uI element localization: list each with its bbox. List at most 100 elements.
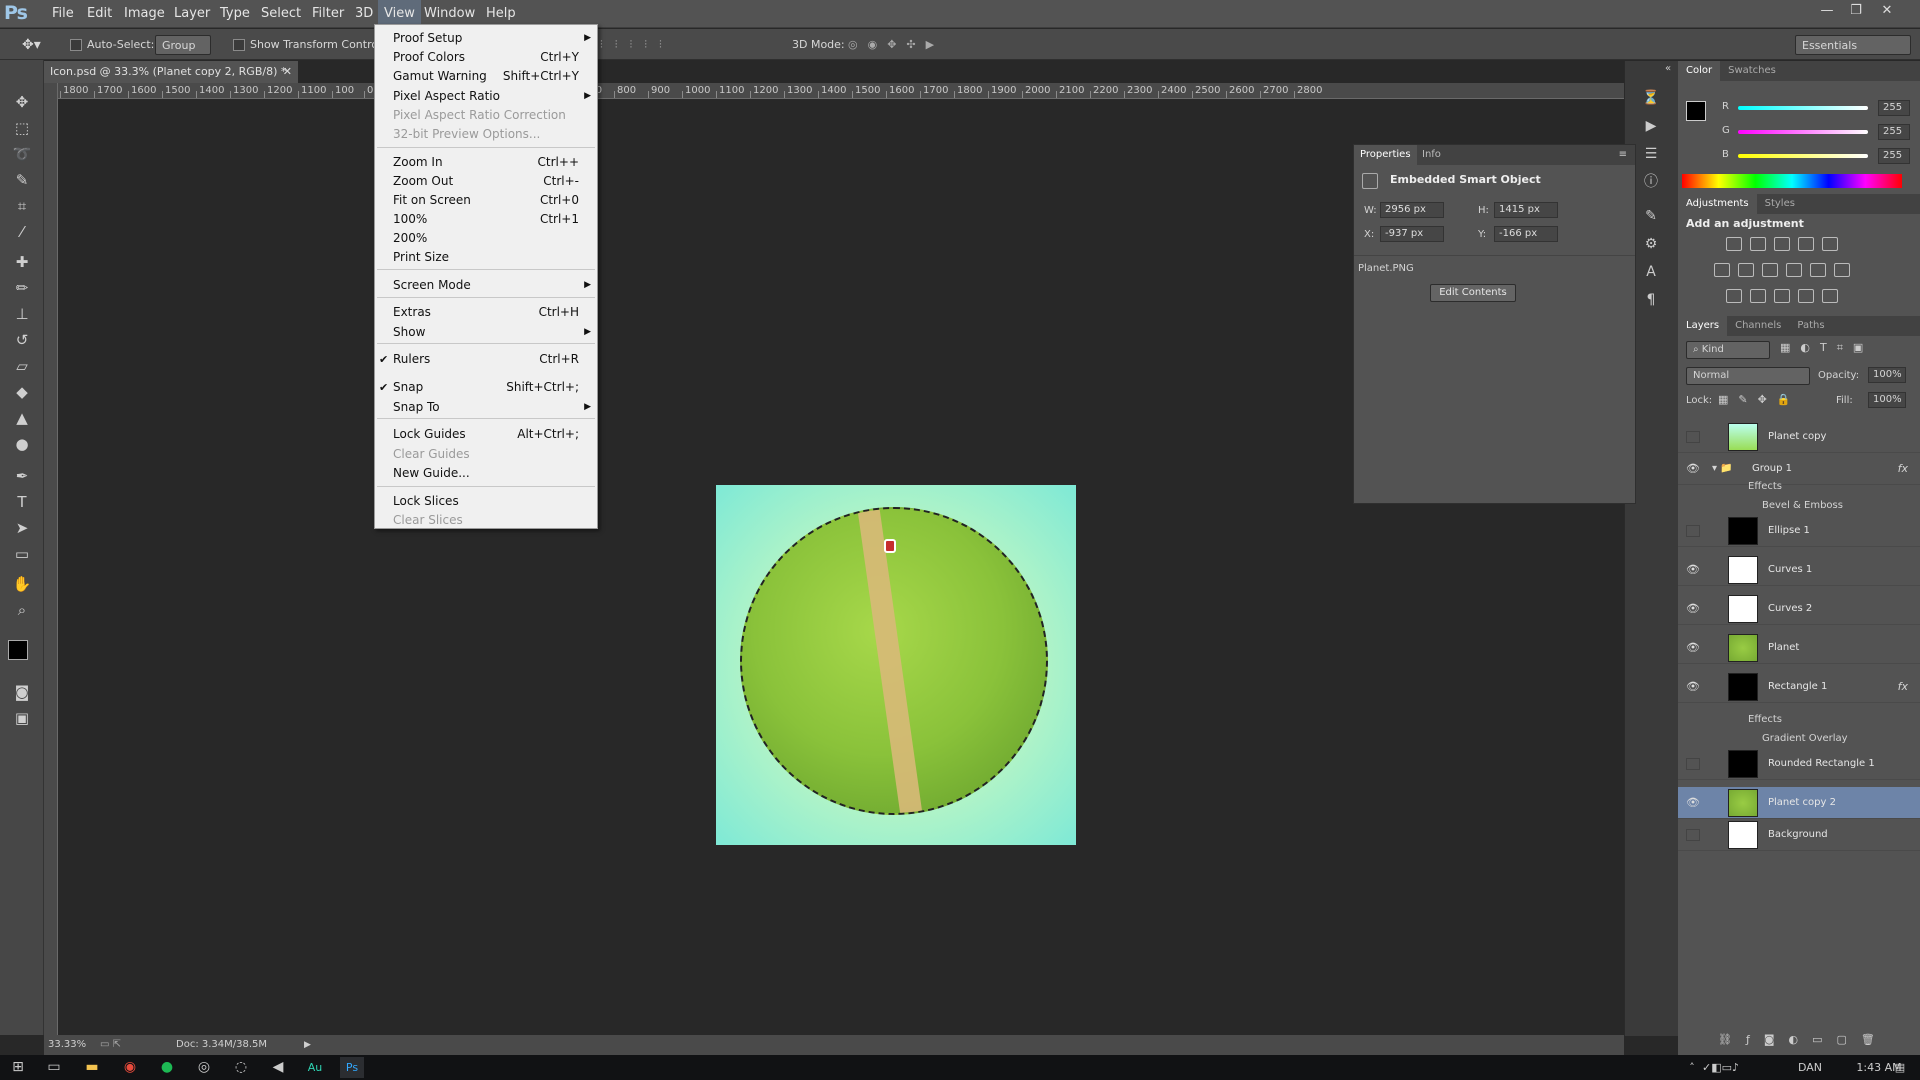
blue-slider[interactable] — [1738, 154, 1868, 158]
brush-tool-icon[interactable]: ✏ — [8, 276, 36, 300]
visibility-eye-icon[interactable]: 👁 — [1686, 681, 1700, 693]
lasso-tool-icon[interactable]: ➰ — [8, 142, 36, 166]
character-icon[interactable]: A — [1639, 261, 1663, 283]
paint-bucket-tool-icon[interactable]: ◆ — [8, 380, 36, 404]
pen-tool-icon[interactable]: ✒ — [8, 464, 36, 488]
move-tool-icon[interactable]: ✥▾ — [22, 35, 41, 55]
3d-mode-icons[interactable]: ◎◉✥✣▶ — [848, 35, 944, 55]
visibility-eye-icon[interactable] — [1686, 758, 1700, 770]
curves-icon[interactable] — [1774, 237, 1790, 251]
view-menu-item[interactable]: 100% Ctrl+1 — [375, 210, 597, 229]
hue-saturation-icon[interactable] — [1714, 263, 1730, 277]
path-select-tool-icon[interactable]: ➤ — [8, 516, 36, 540]
stamp-tool-icon[interactable]: ⊥ — [8, 302, 36, 326]
auto-select-checkbox[interactable] — [70, 39, 82, 51]
tray-icons[interactable]: ✓◧▭♪ — [1702, 1057, 1739, 1078]
photo-filter-icon[interactable] — [1786, 263, 1802, 277]
view-menu-item[interactable]: Zoom Out Ctrl+- — [375, 172, 597, 191]
green-value[interactable]: 255 — [1878, 124, 1910, 140]
audition-icon[interactable]: Au — [303, 1057, 327, 1078]
color-foreground-swatch[interactable] — [1686, 101, 1706, 121]
view-menu-item[interactable]: Gamut Warning Shift+Ctrl+Y — [375, 67, 597, 86]
layer-row[interactable]: Rounded Rectangle 1 — [1678, 748, 1920, 780]
visibility-eye-icon[interactable]: 👁 — [1686, 463, 1700, 475]
menu-layer[interactable]: Layer — [168, 0, 216, 28]
visibility-eye-icon[interactable]: 👁 — [1686, 642, 1700, 654]
blend-mode-dropdown[interactable]: Normal — [1686, 367, 1810, 385]
tab-color[interactable]: Color — [1678, 61, 1721, 81]
layer-effect-row[interactable]: Gradient Overlay — [1678, 729, 1920, 748]
tab-channels[interactable]: Channels — [1727, 316, 1789, 336]
blur-tool-icon[interactable]: ▲ — [8, 406, 36, 430]
layer-effect-row[interactable]: Effects — [1678, 477, 1920, 496]
zoom-level[interactable]: 33.33% — [48, 1035, 86, 1055]
view-menu-item[interactable]: New Guide... — [375, 464, 597, 483]
black-white-icon[interactable] — [1762, 263, 1778, 277]
view-menu-item[interactable]: Lock Slices — [375, 492, 597, 511]
quick-select-tool-icon[interactable]: ✎ — [8, 168, 36, 192]
channel-mixer-icon[interactable] — [1810, 263, 1826, 277]
document-canvas[interactable] — [716, 485, 1076, 845]
view-menu-item[interactable]: Lock Guides Alt+Ctrl+; — [375, 425, 597, 444]
shape-tool-icon[interactable]: ▭ — [8, 542, 36, 566]
fill-value[interactable]: 100% — [1868, 392, 1906, 408]
eraser-tool-icon[interactable]: ▱ — [8, 354, 36, 378]
menu-image[interactable]: Image — [118, 0, 171, 28]
layer-row[interactable]: 👁 Planet — [1678, 632, 1920, 664]
visibility-eye-icon[interactable]: 👁 — [1686, 603, 1700, 615]
layer-filter-icons[interactable]: ▦◐T⌗▣ — [1780, 341, 1873, 355]
visibility-eye-icon[interactable] — [1686, 431, 1700, 443]
steam-icon[interactable]: ◌ — [229, 1057, 253, 1078]
layer-row[interactable]: Planet copy — [1678, 421, 1920, 453]
levels-icon[interactable] — [1750, 237, 1766, 251]
spotify-icon[interactable]: ● — [155, 1057, 179, 1078]
view-menu-item[interactable]: ✔ Snap Shift+Ctrl+; — [375, 378, 597, 397]
y-field[interactable]: -166 px — [1494, 226, 1558, 242]
media-player-icon[interactable]: ◀ — [266, 1057, 290, 1078]
transform-controls-checkbox[interactable] — [233, 39, 245, 51]
visibility-eye-icon[interactable] — [1686, 829, 1700, 841]
task-view-icon[interactable]: ▭ — [42, 1057, 66, 1078]
visibility-eye-icon[interactable]: 👁 — [1686, 564, 1700, 576]
file-explorer-icon[interactable]: ▬ — [80, 1057, 104, 1078]
posterize-icon[interactable] — [1750, 289, 1766, 303]
close-icon[interactable]: ✕ — [1876, 3, 1898, 23]
tab-info[interactable]: Info — [1422, 145, 1441, 165]
lock-icons[interactable]: ▦✎✥🔒 — [1718, 393, 1801, 406]
view-menu-item[interactable]: Proof Colors Ctrl+Y — [375, 48, 597, 67]
view-menu-item[interactable]: Pixel Aspect Ratio ▶ — [375, 87, 597, 106]
vibrance-icon[interactable] — [1822, 237, 1838, 251]
exposure-icon[interactable] — [1798, 237, 1814, 251]
layer-effect-row[interactable]: Effects — [1678, 710, 1920, 729]
tab-layers[interactable]: Layers — [1678, 316, 1728, 336]
brush-presets-icon[interactable]: ✎ — [1639, 205, 1663, 227]
view-menu-item[interactable]: Show ▶ — [375, 323, 597, 342]
notifications-icon[interactable]: ▤ — [1888, 1057, 1912, 1078]
fx-badge[interactable]: fx — [1898, 671, 1908, 703]
minimize-icon[interactable]: — — [1816, 3, 1838, 23]
tab-adjustments[interactable]: Adjustments — [1678, 194, 1757, 214]
dodge-tool-icon[interactable]: ● — [8, 432, 36, 456]
restore-icon[interactable]: ❐ — [1845, 3, 1867, 23]
width-field[interactable]: 2956 px — [1380, 202, 1444, 218]
status-icons[interactable]: ▭ ⇱ — [100, 1035, 121, 1055]
actions-icon[interactable]: ▶ — [1639, 115, 1663, 137]
threshold-icon[interactable] — [1774, 289, 1790, 303]
visibility-eye-icon[interactable]: 👁 — [1686, 797, 1700, 809]
tool-presets-icon[interactable]: ⚙ — [1639, 233, 1663, 255]
history-brush-tool-icon[interactable]: ↺ — [8, 328, 36, 352]
selective-color-icon[interactable] — [1822, 289, 1838, 303]
menu-file[interactable]: File — [46, 0, 80, 28]
layer-row[interactable]: 👁 Planet copy 2 — [1678, 787, 1920, 819]
color-spectrum[interactable] — [1682, 174, 1902, 188]
status-arrow-icon[interactable]: ▶ — [304, 1035, 311, 1055]
view-menu-item[interactable]: Screen Mode ▶ — [375, 276, 597, 295]
eyedropper-tool-icon[interactable]: ⁄ — [8, 220, 36, 244]
screen-mode-icon[interactable]: ▣ — [8, 706, 36, 730]
menu-edit[interactable]: Edit — [81, 0, 118, 28]
horizontal-ruler[interactable]: 1800 1700 1600 1500 1400 1300 1200 1100 1000 100 2… — [58, 83, 1624, 99]
view-menu-item[interactable]: Print Size — [375, 248, 597, 267]
workspace-dropdown[interactable]: Essentials — [1795, 35, 1911, 55]
info-icon[interactable]: ⓘ — [1639, 171, 1663, 193]
photoshop-taskbar-icon[interactable]: Ps — [340, 1057, 364, 1078]
